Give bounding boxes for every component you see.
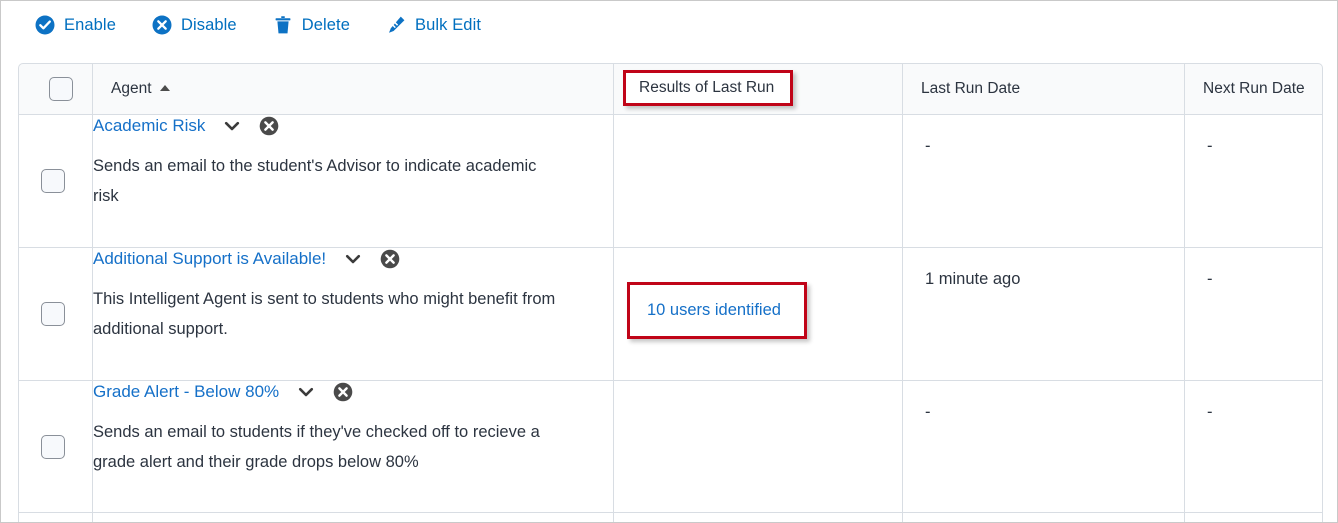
agent-column-header[interactable]: Agent	[93, 63, 614, 115]
results-value	[614, 381, 902, 403]
next-run-date-cell: -	[1185, 248, 1323, 381]
pencil-icon	[386, 15, 406, 35]
agent-cell: Grade Alert - Below 80% Sends an email t…	[93, 381, 614, 513]
disable-label: Disable	[180, 15, 237, 34]
results-cell	[614, 115, 903, 248]
select-all-checkbox[interactable]	[49, 77, 73, 101]
annotation-box-users-identified: 10 users identified	[627, 282, 807, 339]
agent-description: Sends an email to the student's Advisor …	[93, 157, 537, 205]
annotation-results-header-text: Results of Last Run	[639, 79, 775, 96]
table-row-partial	[18, 513, 1323, 522]
next-run-date-value: -	[1207, 270, 1213, 288]
table-row: Grade Alert - Below 80% Sends an email t…	[18, 381, 1323, 513]
last-run-date-cell: -	[903, 115, 1185, 248]
chevron-down-icon[interactable]	[297, 383, 315, 401]
x-circle-dark-icon[interactable]	[259, 116, 279, 136]
agent-name-link[interactable]: Grade Alert - Below 80%	[93, 382, 279, 402]
bulk-edit-button[interactable]: Bulk Edit	[386, 15, 481, 35]
last-run-date-cell: 1 minute ago	[903, 248, 1185, 381]
agent-name-link[interactable]: Academic Risk	[93, 116, 205, 136]
agent-cell: Additional Support is Available! This In…	[93, 248, 614, 381]
results-value	[614, 115, 902, 137]
next-run-date-value: -	[1207, 137, 1213, 155]
enable-label: Enable	[64, 15, 116, 34]
bulk-edit-label: Bulk Edit	[415, 15, 482, 34]
last-run-date-value: 1 minute ago	[925, 270, 1021, 288]
action-toolbar: Enable Disable Delete Bulk Edit	[1, 1, 517, 49]
enable-button[interactable]: Enable	[35, 15, 116, 35]
trash-icon	[273, 15, 293, 35]
x-circle-icon	[152, 15, 172, 35]
chevron-down-icon[interactable]	[223, 117, 241, 135]
row-select-cell	[18, 248, 93, 381]
x-circle-dark-icon[interactable]	[380, 249, 400, 269]
agent-cell: Academic Risk Sends an email to the stud…	[93, 115, 614, 248]
agent-description: This Intelligent Agent is sent to studen…	[93, 290, 556, 338]
next-run-date-value: -	[1207, 403, 1213, 421]
users-identified-link[interactable]: 10 users identified	[647, 301, 781, 320]
page-frame: Enable Disable Delete Bulk Edit Agent La…	[0, 0, 1338, 523]
next-run-date-header-label: Next Run Date	[1203, 80, 1305, 97]
last-run-date-column-header: Last Run Date	[903, 63, 1185, 115]
next-run-date-column-header: Next Run Date	[1185, 63, 1323, 115]
delete-button[interactable]: Delete	[273, 15, 350, 35]
agent-name-link[interactable]: Additional Support is Available!	[93, 249, 326, 269]
row-checkbox[interactable]	[40, 169, 65, 193]
row-select-cell	[18, 381, 93, 513]
table-row: Academic Risk Sends an email to the stud…	[18, 115, 1323, 248]
agent-description: Sends an email to students if they've ch…	[93, 423, 540, 471]
last-run-date-value: -	[925, 137, 931, 155]
delete-label: Delete	[301, 15, 351, 34]
x-circle-dark-icon[interactable]	[333, 382, 353, 402]
last-run-date-header-label: Last Run Date	[921, 80, 1021, 97]
next-run-date-cell: -	[1185, 381, 1323, 513]
agent-cell	[93, 513, 614, 522]
last-run-date-cell	[903, 513, 1185, 522]
disable-button[interactable]: Disable	[152, 15, 237, 35]
results-cell	[614, 513, 903, 522]
last-run-date-value: -	[925, 403, 931, 421]
sort-ascending-icon	[159, 85, 170, 91]
row-checkbox[interactable]	[40, 302, 65, 326]
last-run-date-cell: -	[903, 381, 1185, 513]
select-all-header	[18, 63, 93, 115]
next-run-date-cell	[1185, 513, 1323, 522]
check-circle-icon	[35, 15, 55, 35]
row-select-cell	[18, 115, 93, 248]
chevron-down-icon[interactable]	[344, 250, 362, 268]
row-checkbox[interactable]	[40, 434, 65, 459]
agent-header-label: Agent	[111, 80, 152, 97]
annotation-box-results-header: Results of Last Run	[623, 70, 793, 106]
results-cell	[614, 381, 903, 513]
next-run-date-cell: -	[1185, 115, 1323, 248]
row-select-cell	[18, 513, 93, 522]
